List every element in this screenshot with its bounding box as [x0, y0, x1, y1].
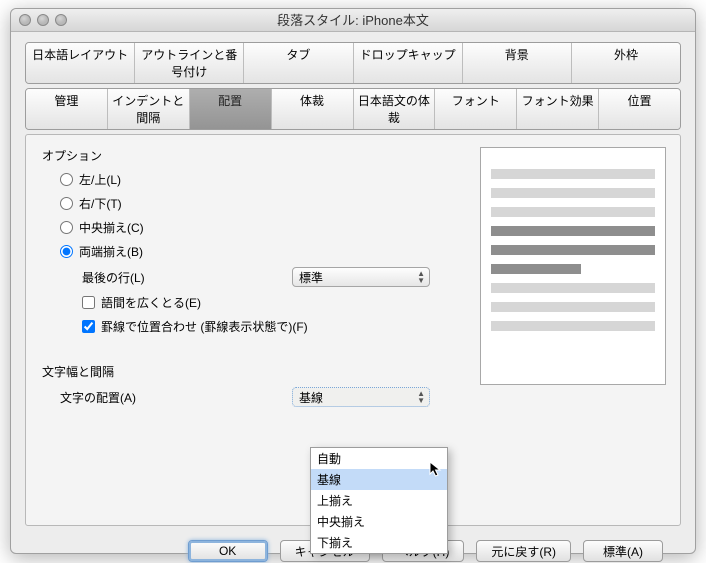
- radio-left-top-input[interactable]: [60, 173, 73, 186]
- ok-button[interactable]: OK: [188, 540, 268, 562]
- char-alignment-value: 基線: [299, 389, 323, 406]
- preview-line: [491, 169, 655, 179]
- tab-row-top: 日本語レイアウトアウトラインと番号付けタブドロップキャップ背景外枠: [25, 42, 681, 84]
- tab-アウトラインと番号付け[interactable]: アウトラインと番号付け: [135, 43, 244, 83]
- snap-grid-label: 罫線で位置合わせ (罫線表示状態で)(F): [101, 318, 308, 335]
- reset-button[interactable]: 元に戻す(R): [476, 540, 571, 562]
- tab-日本語レイアウト[interactable]: 日本語レイアウト: [26, 43, 135, 83]
- preview-line: [491, 207, 655, 217]
- content-area: 日本語レイアウトアウトラインと番号付けタブドロップキャップ背景外枠 管理インデン…: [11, 32, 695, 562]
- tab-フォント効果[interactable]: フォント効果: [517, 89, 599, 129]
- zoom-icon[interactable]: [55, 14, 67, 26]
- stepper-arrows-icon: ▲▼: [417, 270, 425, 284]
- tab-タブ[interactable]: タブ: [244, 43, 353, 83]
- dropdown-option[interactable]: 上揃え: [311, 490, 447, 511]
- titlebar: 段落スタイル: iPhone本文: [11, 9, 695, 32]
- window-controls: [19, 14, 67, 26]
- tab-背景[interactable]: 背景: [463, 43, 572, 83]
- radio-center-input[interactable]: [60, 221, 73, 234]
- close-icon[interactable]: [19, 14, 31, 26]
- dropdown-option[interactable]: 基線: [311, 469, 447, 490]
- preview-line-dark-short: [491, 264, 581, 274]
- minimize-icon[interactable]: [37, 14, 49, 26]
- char-alignment-label: 文字の配置(A): [60, 389, 292, 406]
- tab-体裁[interactable]: 体裁: [272, 89, 354, 129]
- dropdown-option[interactable]: 自動: [311, 448, 447, 469]
- expand-word-checkbox[interactable]: [82, 296, 95, 309]
- radio-right-bottom-label: 右/下(T): [79, 195, 122, 212]
- expand-word-label: 語間を広くとる(E): [101, 294, 201, 311]
- tab-ドロップキャップ[interactable]: ドロップキャップ: [354, 43, 463, 83]
- tab-日本語文の体裁[interactable]: 日本語文の体裁: [354, 89, 436, 129]
- standard-button[interactable]: 標準(A): [583, 540, 663, 562]
- preview-line: [491, 302, 655, 312]
- last-line-label: 最後の行(L): [82, 269, 292, 286]
- preview-line-dark: [491, 226, 655, 236]
- tab-管理[interactable]: 管理: [26, 89, 108, 129]
- stepper-arrows-icon: ▲▼: [417, 390, 425, 404]
- radio-right-bottom-input[interactable]: [60, 197, 73, 210]
- radio-justify-input[interactable]: [60, 245, 73, 258]
- char-alignment-row: 文字の配置(A) 基線 ▲▼: [42, 387, 664, 407]
- tab-フォント[interactable]: フォント: [435, 89, 517, 129]
- cursor-icon: [429, 461, 443, 479]
- tab-配置[interactable]: 配置: [190, 89, 272, 129]
- last-line-select[interactable]: 標準 ▲▼: [292, 267, 430, 287]
- tab-インデントと間隔[interactable]: インデントと間隔: [108, 89, 190, 129]
- window-title: 段落スタイル: iPhone本文: [277, 13, 429, 28]
- preview-line: [491, 188, 655, 198]
- snap-grid-checkbox[interactable]: [82, 320, 95, 333]
- dropdown-option[interactable]: 下揃え: [311, 532, 447, 553]
- dropdown-option[interactable]: 中央揃え: [311, 511, 447, 532]
- last-line-value: 標準: [299, 269, 323, 286]
- preview-line: [491, 283, 655, 293]
- settings-panel: オプション 左/上(L) 右/下(T) 中央揃え(C) 両端揃え(B) 最後の行…: [25, 134, 681, 526]
- char-alignment-select[interactable]: 基線 ▲▼: [292, 387, 430, 407]
- char-alignment-dropdown[interactable]: 自動基線上揃え中央揃え下揃え: [310, 447, 448, 554]
- dialog-window: 段落スタイル: iPhone本文 日本語レイアウトアウトラインと番号付けタブドロ…: [10, 8, 696, 554]
- tab-row-bottom: 管理インデントと間隔配置体裁日本語文の体裁フォントフォント効果位置: [25, 88, 681, 130]
- radio-justify-label: 両端揃え(B): [79, 243, 143, 260]
- tab-外枠[interactable]: 外枠: [572, 43, 680, 83]
- alignment-preview: [480, 147, 666, 385]
- preview-line-dark: [491, 245, 655, 255]
- preview-line: [491, 321, 655, 331]
- radio-center-label: 中央揃え(C): [79, 219, 144, 236]
- tab-位置[interactable]: 位置: [599, 89, 680, 129]
- radio-left-top-label: 左/上(L): [79, 171, 121, 188]
